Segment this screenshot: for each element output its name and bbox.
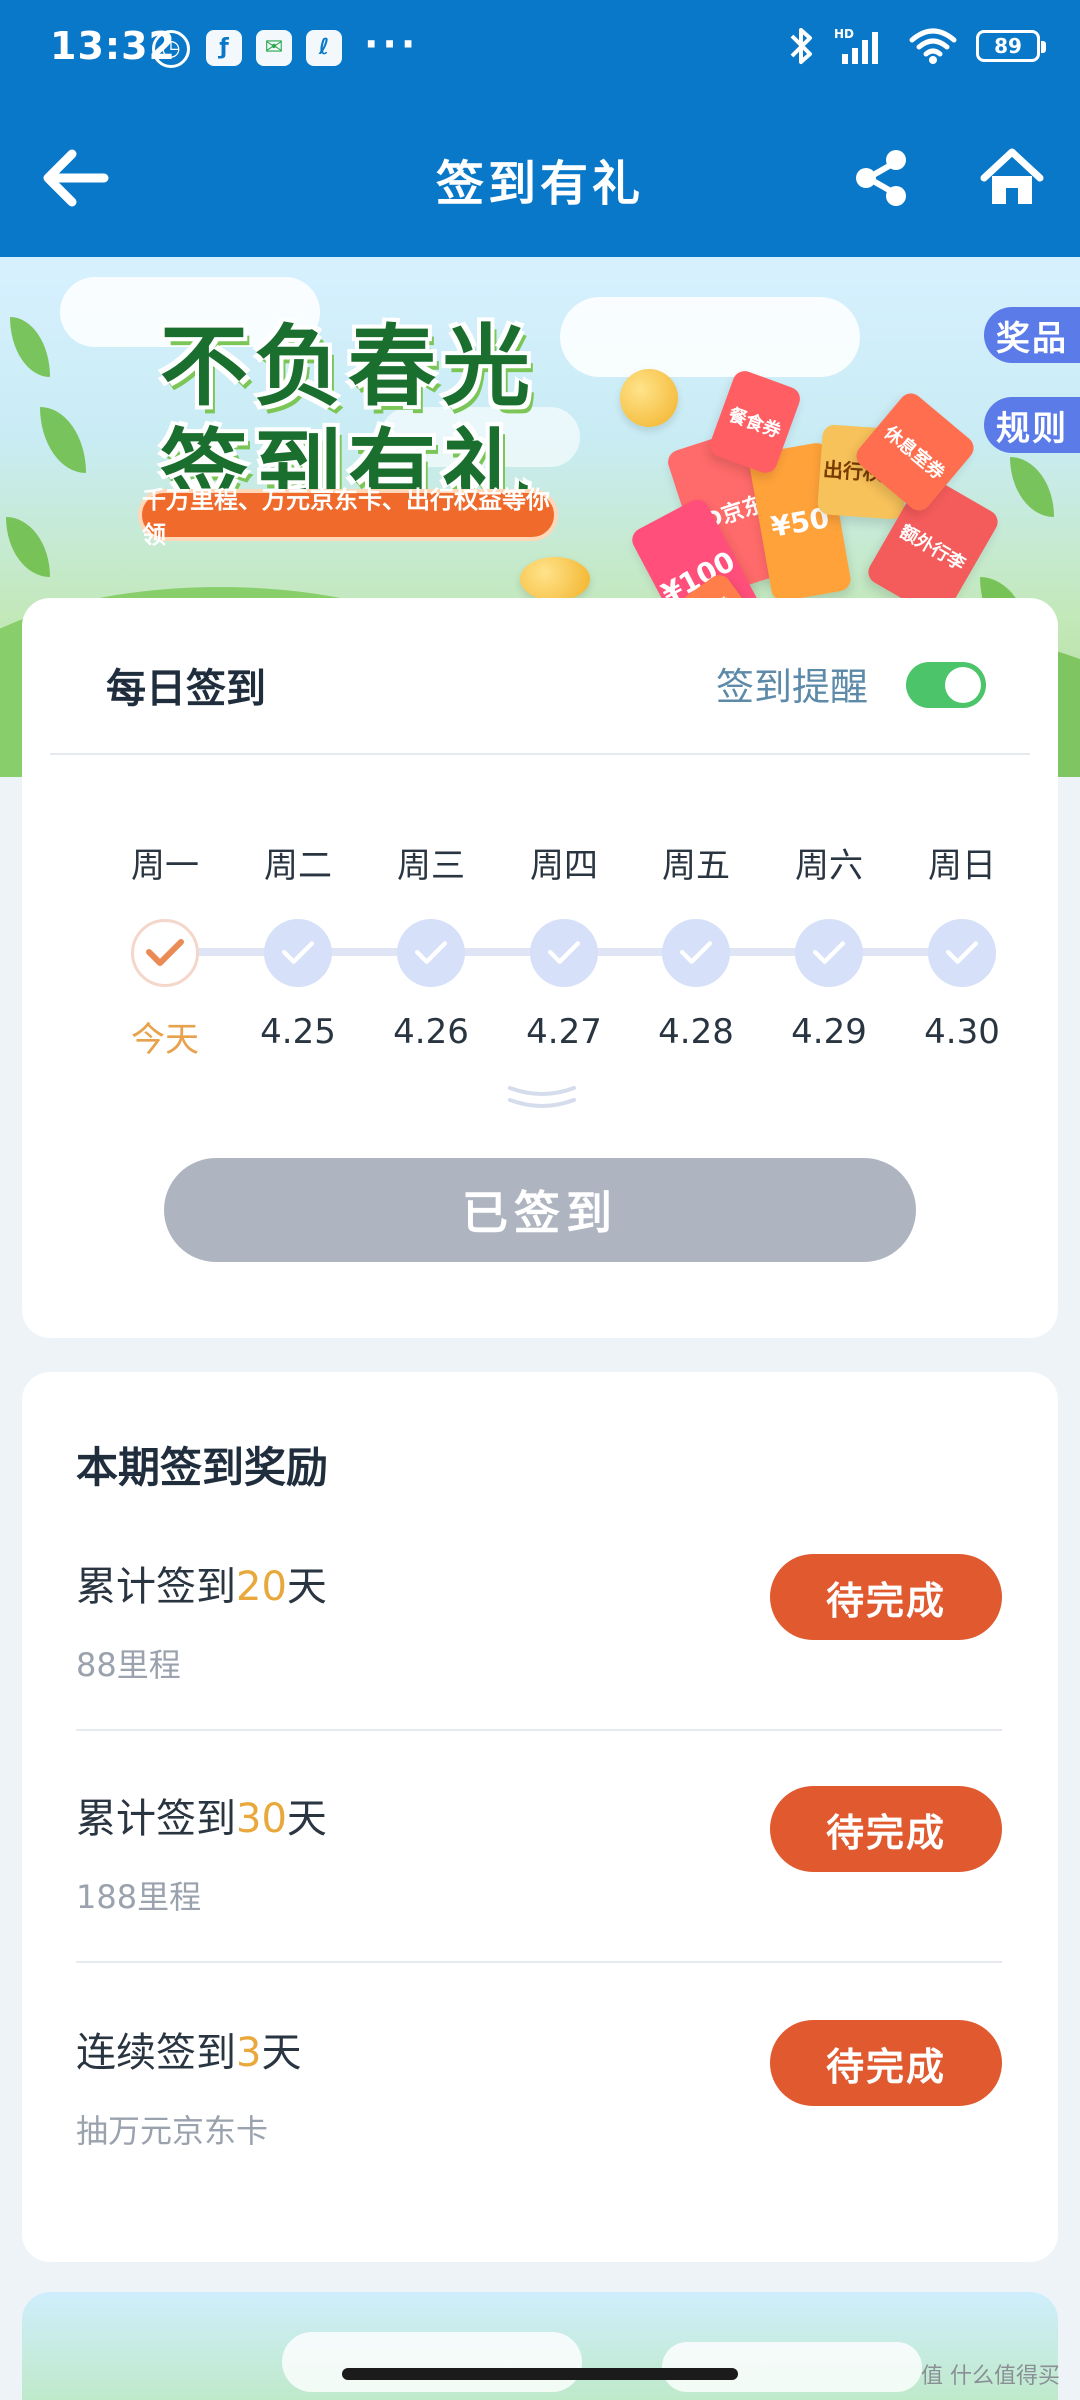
divider [76,1729,1002,1731]
app-notification-icon: ƒ [206,30,242,66]
reward-days: 20 [236,1564,287,1610]
weekday-label: 周五 [662,846,730,886]
reward-pending-button[interactable]: 待完成 [770,1786,1002,1872]
rules-tab[interactable]: 规则 [984,397,1080,453]
carrier-app-icon: ℓ [306,30,342,66]
checkin-day [397,919,465,987]
rewards-card: 本期签到奖励 累计签到20天 88里程 待完成 累计签到30天 188里程 待完… [22,1372,1058,2262]
reward-description: 188里程 [76,1878,202,1916]
checkin-day [264,919,332,987]
share-icon[interactable] [852,148,912,208]
reward-condition: 累计签到20天 [76,1554,327,1612]
weekday-label: 周一 [131,846,199,886]
weekday-label: 周三 [397,846,465,886]
reward-prefix: 连续签到 [76,2030,236,2076]
reward-prefix: 累计签到 [76,1796,236,1842]
more-notifications-icon: ··· [364,22,420,66]
cloud-decoration [560,297,860,377]
leaf-decoration [6,517,50,577]
reward-description: 抽万元京东卡 [76,2112,269,2150]
expand-chevron-icon[interactable] [506,1082,578,1114]
signal-icon: HD [834,27,878,64]
checkin-day [662,919,730,987]
divider [76,1961,1002,1963]
coin-decoration [520,557,590,601]
date-label: 4.27 [526,1012,602,1052]
check-icon [547,941,581,964]
checkin-day [530,919,598,987]
weekday-label: 周六 [795,846,863,886]
leaf-decoration [40,407,86,473]
watermark: 值 什么值得买 [921,2364,1060,2389]
reward-prefix: 累计签到 [76,1564,236,1610]
cloud-decoration [662,2342,922,2392]
date-label: 4.28 [658,1012,734,1052]
reminder-label: 签到提醒 [715,665,868,709]
leaf-decoration [10,317,50,377]
status-right: HD 89 [788,24,1046,68]
battery-indicator: 89 [976,30,1046,62]
network-label: HD [834,27,854,41]
signed-in-button[interactable]: 已签到 [164,1158,916,1262]
reward-condition: 累计签到30天 [76,1786,327,1844]
rewards-title: 本期签到奖励 [76,1443,329,1492]
reward-item: 连续签到3天 抽万元京东卡 待完成 [76,2020,1002,2210]
reward-description: 88里程 [76,1646,181,1684]
wechat-icon: ✉ [256,30,292,66]
reward-item: 累计签到30天 188里程 待完成 [76,1786,1002,1976]
check-icon [414,941,448,964]
reward-condition: 连续签到3天 [76,2020,301,2078]
weekday-row: 周一 周二 周三 周四 周五 周六 周日 [22,838,1058,886]
prize-tab[interactable]: 奖品 [984,307,1080,363]
date-label-today: 今天 [131,1020,199,1060]
coin-decoration [620,369,678,427]
daily-checkin-card: 每日签到 签到提醒 周一 周二 周三 周四 周五 周六 周日 今天 4.25 4… [22,598,1058,1338]
banner-subtitle: 千万里程、万元京东卡、出行权益等你领 [138,486,558,549]
home-icon[interactable] [980,146,1044,210]
date-label: 4.30 [924,1012,1000,1052]
date-label: 4.29 [791,1012,867,1052]
date-row: 今天 4.25 4.26 4.27 4.28 4.29 4.30 [22,1012,1058,1060]
divider [50,753,1030,755]
reward-suffix: 天 [261,2030,302,2076]
checkin-day [928,919,996,987]
reward-pending-button[interactable]: 待完成 [770,1554,1002,1640]
alarm-icon: ◷ [152,30,190,68]
reminder-toggle[interactable] [906,662,986,708]
weekday-label: 周二 [264,846,332,886]
check-icon [679,941,713,964]
toggle-knob [945,667,981,703]
weekday-label: 周四 [530,846,598,886]
checkin-day-today [131,919,199,987]
next-banner-preview[interactable] [22,2292,1058,2400]
wifi-icon [909,28,957,64]
top-bar: 13:32 ◷ ƒ ✉ ℓ ··· HD 89 签到有礼 [0,0,1080,257]
bluetooth-icon [790,28,812,64]
home-indicator[interactable] [342,2368,738,2380]
checkin-day [795,919,863,987]
reward-pending-button[interactable]: 待完成 [770,2020,1002,2106]
reward-suffix: 天 [286,1564,327,1610]
cloud-decoration [282,2332,582,2392]
checkin-title: 每日签到 [106,666,266,712]
status-bar: 13:32 ◷ ƒ ✉ ℓ ··· HD 89 [0,0,1080,96]
check-icon [812,941,846,964]
reward-item: 累计签到20天 88里程 待完成 [76,1554,1002,1744]
date-label: 4.25 [260,1012,336,1052]
headline-line1: 不负春光 [160,315,537,418]
leaf-decoration [1010,457,1054,517]
reward-days: 30 [236,1796,287,1842]
date-label: 4.26 [393,1012,469,1052]
check-icon [945,941,979,964]
page-title: 签到有礼 [435,156,644,212]
reward-days: 3 [236,2030,262,2076]
weekday-label: 周日 [928,846,996,886]
reward-suffix: 天 [286,1796,327,1842]
check-icon [146,939,184,966]
nav-bar: 签到有礼 [0,96,1080,257]
check-icon [281,941,315,964]
